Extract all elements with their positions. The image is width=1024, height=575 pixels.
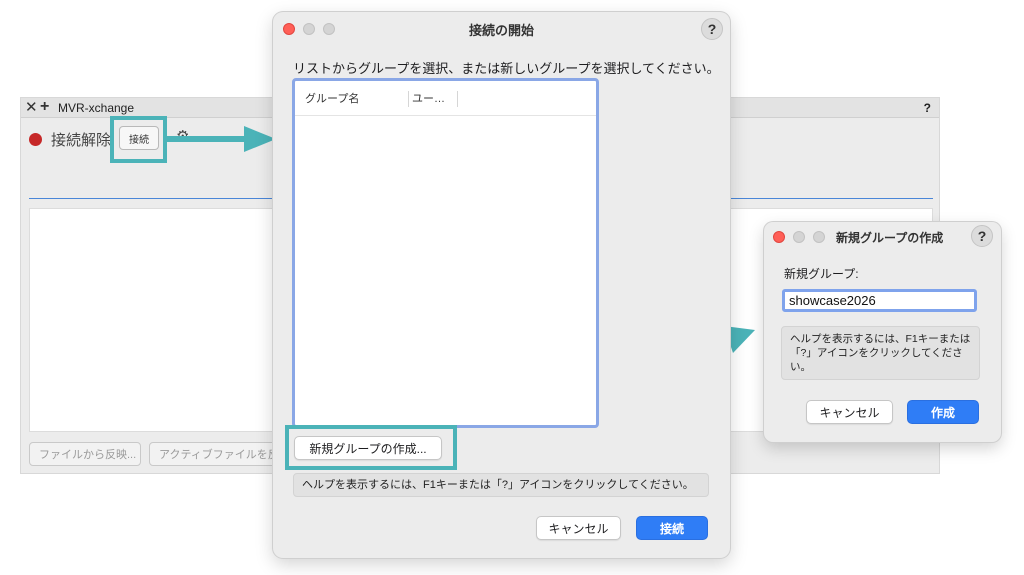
help-text-box: ヘルプを表示するには、F1キーまたは「?」アイコンをクリックしてください。 <box>781 326 980 380</box>
help-icon[interactable]: ? <box>701 18 723 40</box>
dialog-instruction: リストからグループを選択、または新しいグループを選択してください。 <box>293 61 720 76</box>
zoom-window-icon[interactable] <box>813 231 825 243</box>
dialog-title: 新規グループの作成 <box>836 231 944 245</box>
reflect-active-file-button[interactable]: アクティブファイルを反 <box>149 442 277 466</box>
create-button[interactable]: 作成 <box>907 400 979 424</box>
cancel-button[interactable]: キャンセル <box>806 400 893 424</box>
connection-status-text: 接続解除 <box>51 132 112 149</box>
column-separator <box>408 91 409 107</box>
connect-button-highlight <box>110 116 167 163</box>
new-group-button-highlight <box>285 425 457 470</box>
column-header-group-name[interactable]: グループ名 <box>305 87 359 111</box>
header-divider <box>295 115 596 116</box>
palette-title: MVR-xchange <box>58 101 135 115</box>
help-icon[interactable]: ? <box>971 225 993 247</box>
new-group-label: 新規グループ: <box>784 267 859 281</box>
reflect-from-file-button[interactable]: ファイルから反映... <box>29 442 141 466</box>
plus-icon[interactable]: + <box>40 99 49 115</box>
column-separator <box>457 91 458 107</box>
dialog-title: 接続の開始 <box>468 23 534 38</box>
column-header-user[interactable]: ユー… <box>412 87 445 111</box>
connect-button[interactable]: 接続 <box>636 516 708 540</box>
new-group-dialog: 新規グループの作成 ? 新規グループ: ヘルプを表示するには、F1キーまたは「?… <box>764 222 1001 442</box>
close-window-icon[interactable] <box>773 231 785 243</box>
cancel-button[interactable]: キャンセル <box>536 516 621 540</box>
new-group-name-input[interactable] <box>782 289 977 312</box>
status-indicator-icon <box>29 133 42 146</box>
help-icon[interactable]: ? <box>924 101 931 115</box>
help-text-box: ヘルプを表示するには、F1キーまたは「?」アイコンをクリックしてください。 <box>293 473 709 497</box>
gear-icon[interactable]: ⚙ <box>176 129 192 145</box>
minimize-window-icon[interactable] <box>793 231 805 243</box>
group-list[interactable]: グループ名 ユー… <box>292 78 599 428</box>
close-icon[interactable]: ✕ <box>25 100 38 115</box>
start-connection-dialog: 接続の開始 ? リストからグループを選択、または新しいグループを選択してください… <box>273 12 730 558</box>
